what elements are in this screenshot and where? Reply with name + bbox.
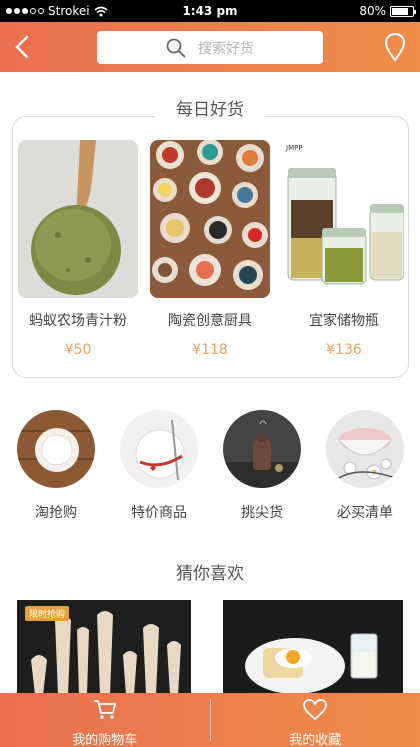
daily-goods-title: 每日好货 [155,97,265,123]
tab-label: 我的购物车 [72,733,138,747]
category-taoqianggou[interactable]: 淘抢购 [17,410,95,522]
flash-sale-badge: 限时抢购 [25,606,70,621]
search-bar[interactable]: 搜索好货 [97,31,323,64]
battery-percent: 80% [359,4,386,18]
category-label: 挑尖货 [241,505,283,521]
product-image-ceramic-bowls [150,140,270,298]
shopping-cart-icon [93,700,116,719]
back-arrow-icon[interactable] [10,34,36,60]
category-label: 特价商品 [131,505,187,521]
tab-shopping-cart[interactable]: 我的购物车 [0,693,210,747]
product-name: 陶瓷创意厨具 [168,313,252,329]
category-image-plate [17,410,95,488]
battery-info: 80% [359,4,416,18]
tab-favorites[interactable]: 我的收藏 [211,693,420,747]
category-special-offers[interactable]: 特价商品 [120,410,198,522]
status-bar: Strokei 1:43 pm 80% [0,0,420,22]
product-name: 蚂蚁农场青汁粉 [29,313,127,329]
tab-label: 我的收藏 [289,733,342,747]
category-label: 必买清单 [337,505,393,521]
category-label: 淘抢购 [35,505,77,521]
product-price: ¥50 [64,342,92,358]
heart-icon [303,699,328,721]
guess-item-wooden-spoons[interactable]: 限时抢购 [17,600,191,695]
product-card[interactable]: JMPP 宜家储物瓶 ¥136 [284,140,404,358]
jar-brand-logo: JMPP [285,144,303,152]
product-image-storage-jars: JMPP [284,140,404,298]
product-card[interactable]: 陶瓷创意厨具 ¥118 [150,140,270,358]
category-must-buy-list[interactable]: 必买清单 [326,410,404,522]
product-image-matcha-spoon [18,140,138,298]
search-icon [166,38,186,57]
guess-you-like-title: 猜你喜欢 [176,564,244,584]
status-time: 1:43 pm [182,4,238,18]
bottom-tab-bar: 我的购物车 我的收藏 [0,693,420,747]
location-pin-icon[interactable] [384,32,406,62]
guess-item-breakfast-plate[interactable] [223,600,403,695]
product-price: ¥136 [326,342,362,358]
product-card[interactable]: 蚂蚁农场青汁粉 ¥50 [18,140,138,358]
category-image-bowl-flowers [326,410,404,488]
search-placeholder: 搜索好货 [198,40,254,57]
top-nav-bar: 搜索好货 [0,22,420,72]
battery-icon [390,5,416,17]
category-premium-goods[interactable]: 挑尖货 [223,410,301,522]
product-name: 宜家储物瓶 [309,313,379,329]
category-image-vase [223,410,301,488]
category-image-tableware [120,410,198,488]
product-price: ¥118 [192,342,228,358]
